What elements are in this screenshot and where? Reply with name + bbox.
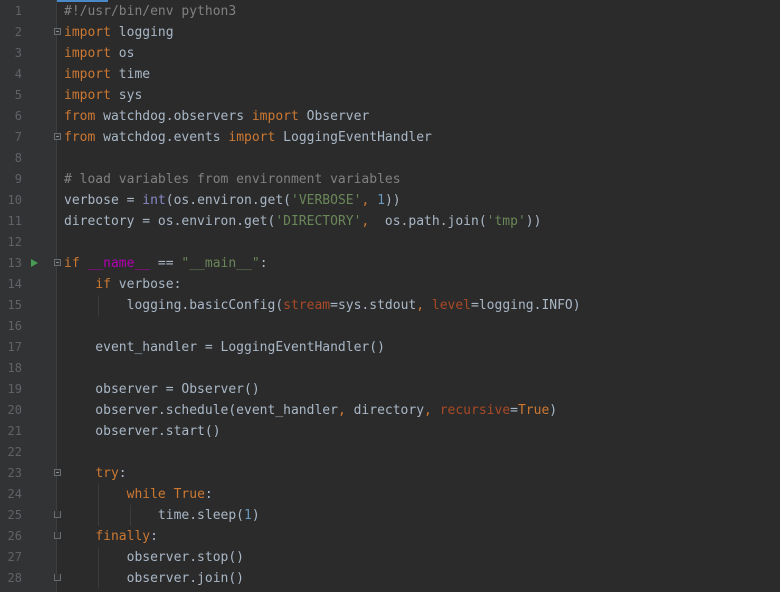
line-number: 13 — [7, 256, 22, 270]
line-number: 22 — [7, 445, 22, 459]
line-number: 6 — [14, 109, 22, 123]
line-number: 23 — [7, 466, 22, 480]
code-text[interactable]: import time — [64, 64, 150, 85]
line-number: 17 — [7, 340, 22, 354]
code-line[interactable]: 14 if verbose: — [0, 274, 780, 295]
code-text[interactable]: if __name__ == "__main__": — [64, 253, 268, 274]
fold-end-icon[interactable] — [54, 574, 61, 581]
code-line[interactable]: 15 logging.basicConfig(stream=sys.stdout… — [0, 295, 780, 316]
line-number: 14 — [7, 277, 22, 291]
code-text[interactable]: logging.basicConfig(stream=sys.stdout, l… — [64, 295, 581, 316]
line-number: 28 — [7, 571, 22, 585]
code-text[interactable]: if verbose: — [64, 274, 181, 295]
code-text[interactable]: #!/usr/bin/env python3 — [64, 1, 236, 22]
code-line[interactable]: 13 if __name__ == "__main__": — [0, 253, 780, 274]
code-line[interactable]: 18 — [0, 358, 780, 379]
fold-end-icon[interactable] — [54, 532, 61, 539]
code-line[interactable]: 5 import sys — [0, 85, 780, 106]
line-number: 4 — [14, 67, 22, 81]
code-line[interactable]: 1 #!/usr/bin/env python3 — [0, 1, 780, 22]
code-line[interactable]: 9 # load variables from environment varia… — [0, 169, 780, 190]
code-editor[interactable]: 1 #!/usr/bin/env python3 2 import logging 3 i… — [0, 0, 780, 592]
line-number: 27 — [7, 550, 22, 564]
fold-collapse-icon[interactable] — [54, 28, 61, 35]
code-line[interactable]: 8 — [0, 148, 780, 169]
code-line[interactable]: 23 try: — [0, 463, 780, 484]
line-number: 15 — [7, 298, 22, 312]
code-text[interactable]: from watchdog.observers import Observer — [64, 106, 369, 127]
line-number: 16 — [7, 319, 22, 333]
line-number: 24 — [7, 487, 22, 501]
code-line[interactable]: 6 from watchdog.observers import Observer — [0, 106, 780, 127]
code-text[interactable]: observer.schedule(event_handler, directo… — [64, 400, 557, 421]
code-text[interactable]: observer.stop() — [64, 547, 244, 568]
code-text[interactable]: try: — [64, 463, 126, 484]
line-number: 5 — [14, 88, 22, 102]
line-number: 9 — [14, 172, 22, 186]
code-line[interactable]: 10 verbose = int(os.environ.get('VERBOSE'… — [0, 190, 780, 211]
code-line[interactable]: 28 observer.join() — [0, 568, 780, 589]
code-line[interactable]: 16 — [0, 316, 780, 337]
line-number: 18 — [7, 361, 22, 375]
code-line[interactable]: 17 event_handler = LoggingEventHandler() — [0, 337, 780, 358]
line-number: 7 — [14, 130, 22, 144]
code-line[interactable]: 21 observer.start() — [0, 421, 780, 442]
code-line[interactable]: 4 import time — [0, 64, 780, 85]
line-number: 3 — [14, 46, 22, 60]
line-number: 12 — [7, 235, 22, 249]
line-number: 2 — [14, 25, 22, 39]
code-line[interactable]: 3 import os — [0, 43, 780, 64]
line-number: 8 — [14, 151, 22, 165]
line-number: 20 — [7, 403, 22, 417]
code-line[interactable]: 27 observer.stop() — [0, 547, 780, 568]
code-line[interactable]: 11 directory = os.environ.get('DIRECTORY'… — [0, 211, 780, 232]
code-text[interactable]: from watchdog.events import LoggingEvent… — [64, 127, 432, 148]
code-line[interactable]: 24 while True: — [0, 484, 780, 505]
code-text[interactable]: import os — [64, 43, 134, 64]
code-line[interactable]: 2 import logging — [0, 22, 780, 43]
fold-collapse-icon[interactable] — [54, 469, 61, 476]
fold-collapse-icon[interactable] — [54, 133, 61, 140]
line-number: 10 — [7, 193, 22, 207]
line-number: 26 — [7, 529, 22, 543]
line-number: 21 — [7, 424, 22, 438]
code-text[interactable]: observer.start() — [64, 421, 220, 442]
code-line[interactable]: 22 — [0, 442, 780, 463]
code-lines[interactable]: 1 #!/usr/bin/env python3 2 import logging 3 i… — [0, 1, 780, 589]
run-play-icon[interactable] — [31, 259, 38, 267]
code-text[interactable]: observer = Observer() — [64, 379, 259, 400]
code-line[interactable]: 19 observer = Observer() — [0, 379, 780, 400]
code-text[interactable]: time.sleep(1) — [64, 505, 260, 526]
line-number: 11 — [7, 214, 22, 228]
code-text[interactable]: verbose = int(os.environ.get('VERBOSE', … — [64, 190, 401, 211]
line-number: 1 — [14, 4, 22, 18]
fold-collapse-icon[interactable] — [54, 259, 61, 266]
code-text[interactable]: while True: — [64, 484, 213, 505]
code-line[interactable]: 26 finally: — [0, 526, 780, 547]
code-text[interactable]: finally: — [64, 526, 158, 547]
code-line[interactable]: 12 — [0, 232, 780, 253]
code-text[interactable]: directory = os.environ.get('DIRECTORY', … — [64, 211, 541, 232]
code-line[interactable]: 20 observer.schedule(event_handler, dire… — [0, 400, 780, 421]
code-text[interactable]: import logging — [64, 22, 174, 43]
code-text[interactable]: # load variables from environment variab… — [64, 169, 401, 190]
code-text[interactable]: event_handler = LoggingEventHandler() — [64, 337, 385, 358]
code-line[interactable]: 7 from watchdog.events import LoggingEven… — [0, 127, 780, 148]
code-text[interactable]: observer.join() — [64, 568, 244, 589]
code-text[interactable]: import sys — [64, 85, 142, 106]
line-number: 19 — [7, 382, 22, 396]
code-line[interactable]: 25 time.sleep(1) — [0, 505, 780, 526]
fold-end-icon[interactable] — [54, 511, 61, 518]
line-number: 25 — [7, 508, 22, 522]
